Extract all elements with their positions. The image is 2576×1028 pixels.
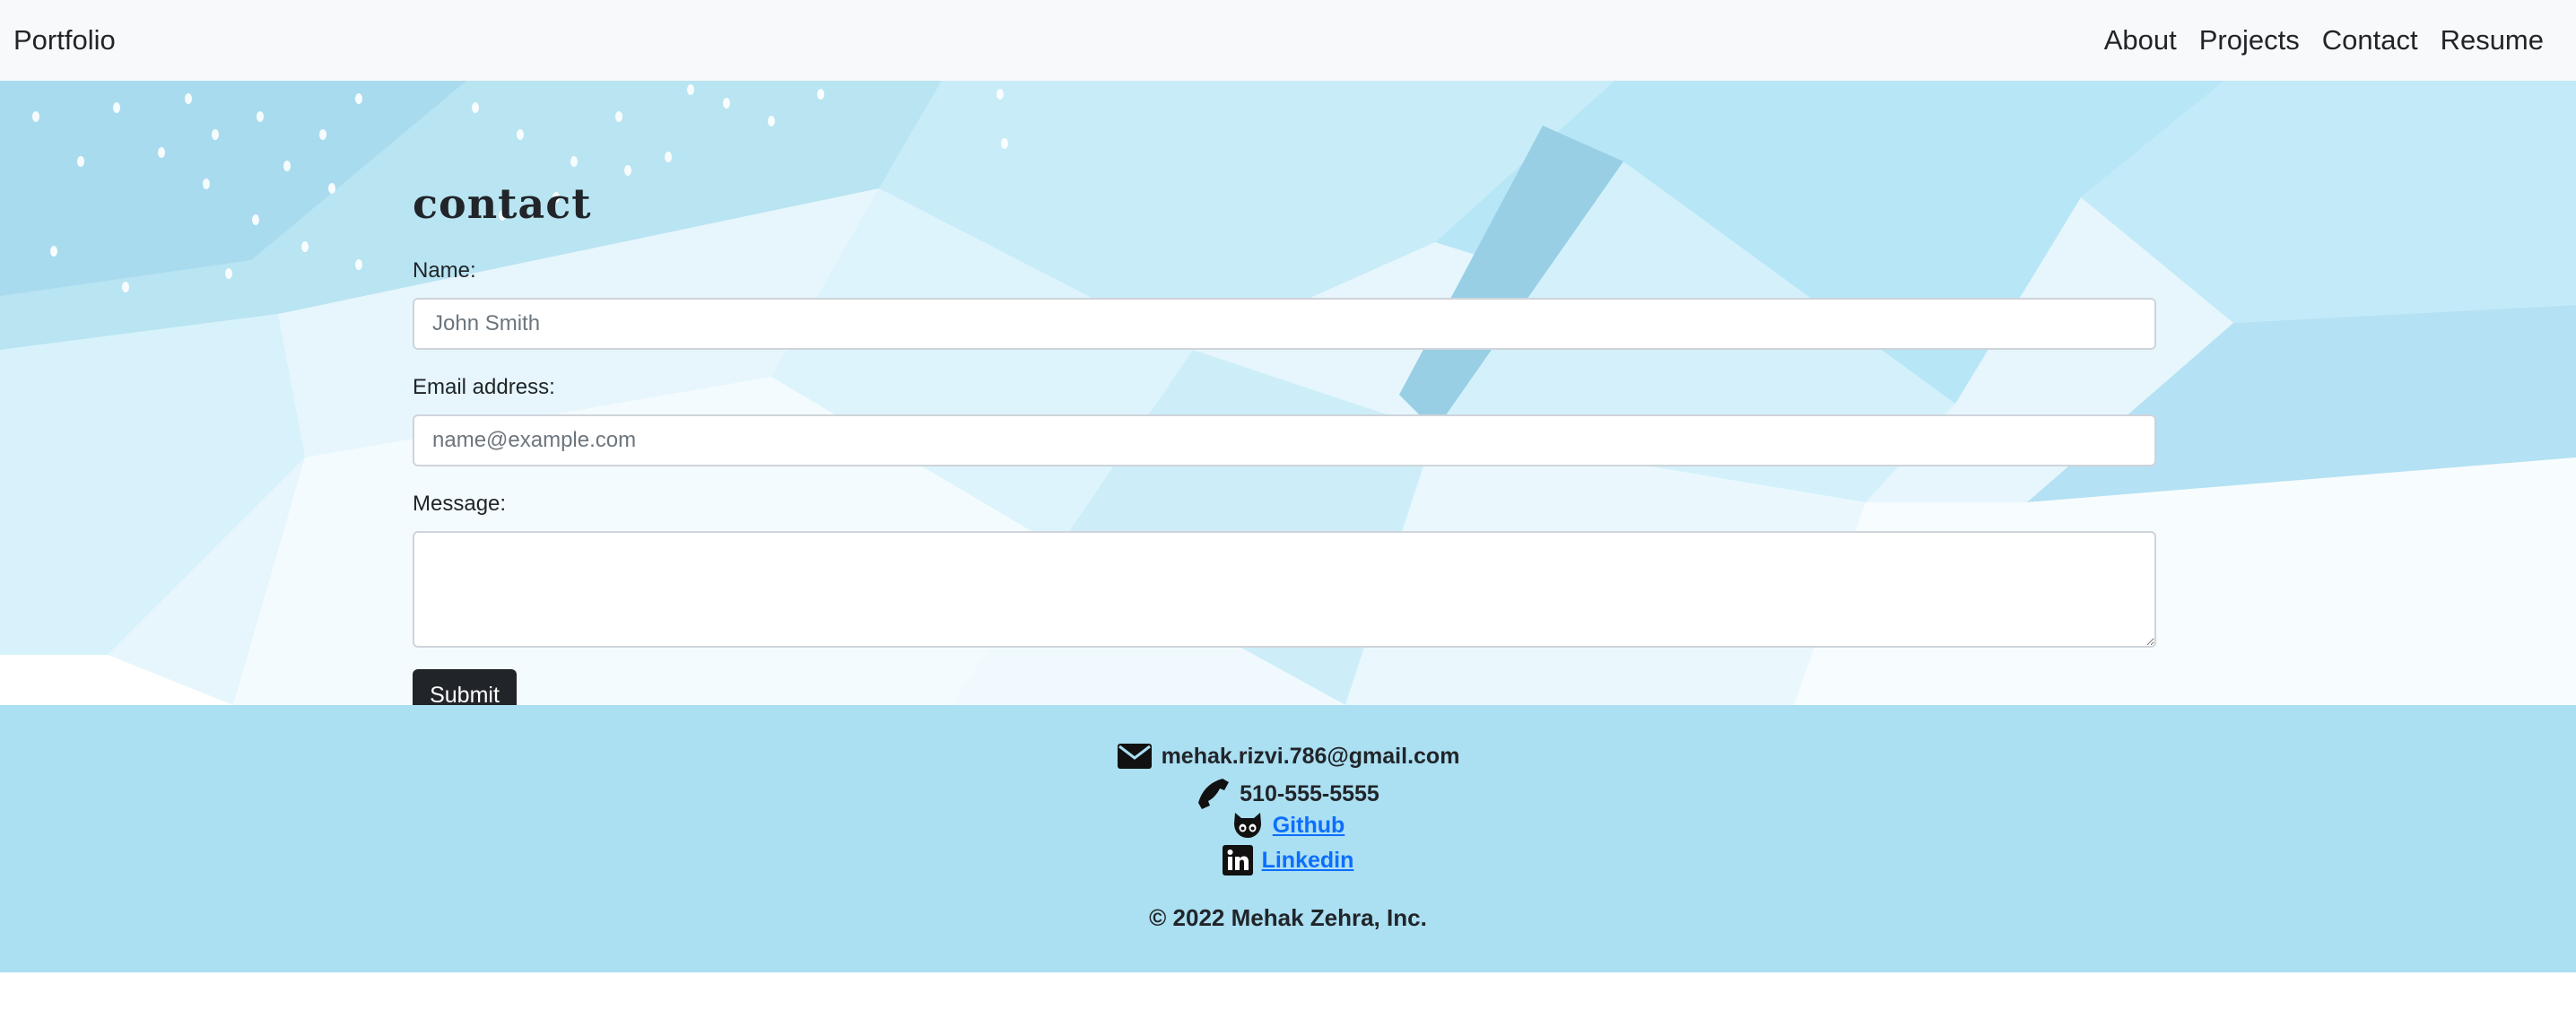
- github-link[interactable]: Github: [1273, 813, 1345, 839]
- contact-section: contact Name: Email address: Message: Su…: [0, 81, 2576, 705]
- email-label: Email address:: [413, 375, 555, 399]
- nav-links: About Projects Contact Resume: [2082, 24, 2544, 57]
- linkedin-icon: [1222, 845, 1253, 876]
- footer-email: mehak.rizvi.786@gmail.com: [1161, 743, 1460, 769]
- brand-link[interactable]: Portfolio: [13, 24, 116, 57]
- envelope-icon: [1117, 743, 1153, 770]
- linkedin-link[interactable]: Linkedin: [1262, 848, 1354, 874]
- email-input[interactable]: [413, 414, 2156, 466]
- footer: mehak.rizvi.786@gmail.com 510-555-5555 G…: [0, 705, 2576, 972]
- message-textarea[interactable]: [413, 531, 2156, 648]
- page-title: contact: [413, 179, 592, 228]
- footer-phone-row: 510-555-5555: [0, 777, 2576, 811]
- nav-resume[interactable]: Resume: [2441, 24, 2544, 57]
- nav-projects[interactable]: Projects: [2199, 24, 2300, 57]
- phone-icon: [1197, 777, 1231, 811]
- message-label: Message:: [413, 492, 507, 516]
- github-icon: [1231, 811, 1264, 840]
- submit-button[interactable]: Submit: [413, 669, 517, 705]
- navbar: Portfolio About Projects Contact Resume: [0, 0, 2576, 81]
- footer-linkedin-row: Linkedin: [0, 845, 2576, 876]
- copyright: © 2022 Mehak Zehra, Inc.: [1149, 904, 1427, 931]
- name-label: Name:: [413, 258, 476, 283]
- footer-github-row: Github: [0, 811, 2576, 840]
- footer-email-row: mehak.rizvi.786@gmail.com: [0, 743, 2576, 770]
- name-input[interactable]: [413, 298, 2156, 350]
- nav-contact[interactable]: Contact: [2322, 24, 2418, 57]
- footer-phone: 510-555-5555: [1240, 780, 1379, 806]
- nav-about[interactable]: About: [2104, 24, 2177, 57]
